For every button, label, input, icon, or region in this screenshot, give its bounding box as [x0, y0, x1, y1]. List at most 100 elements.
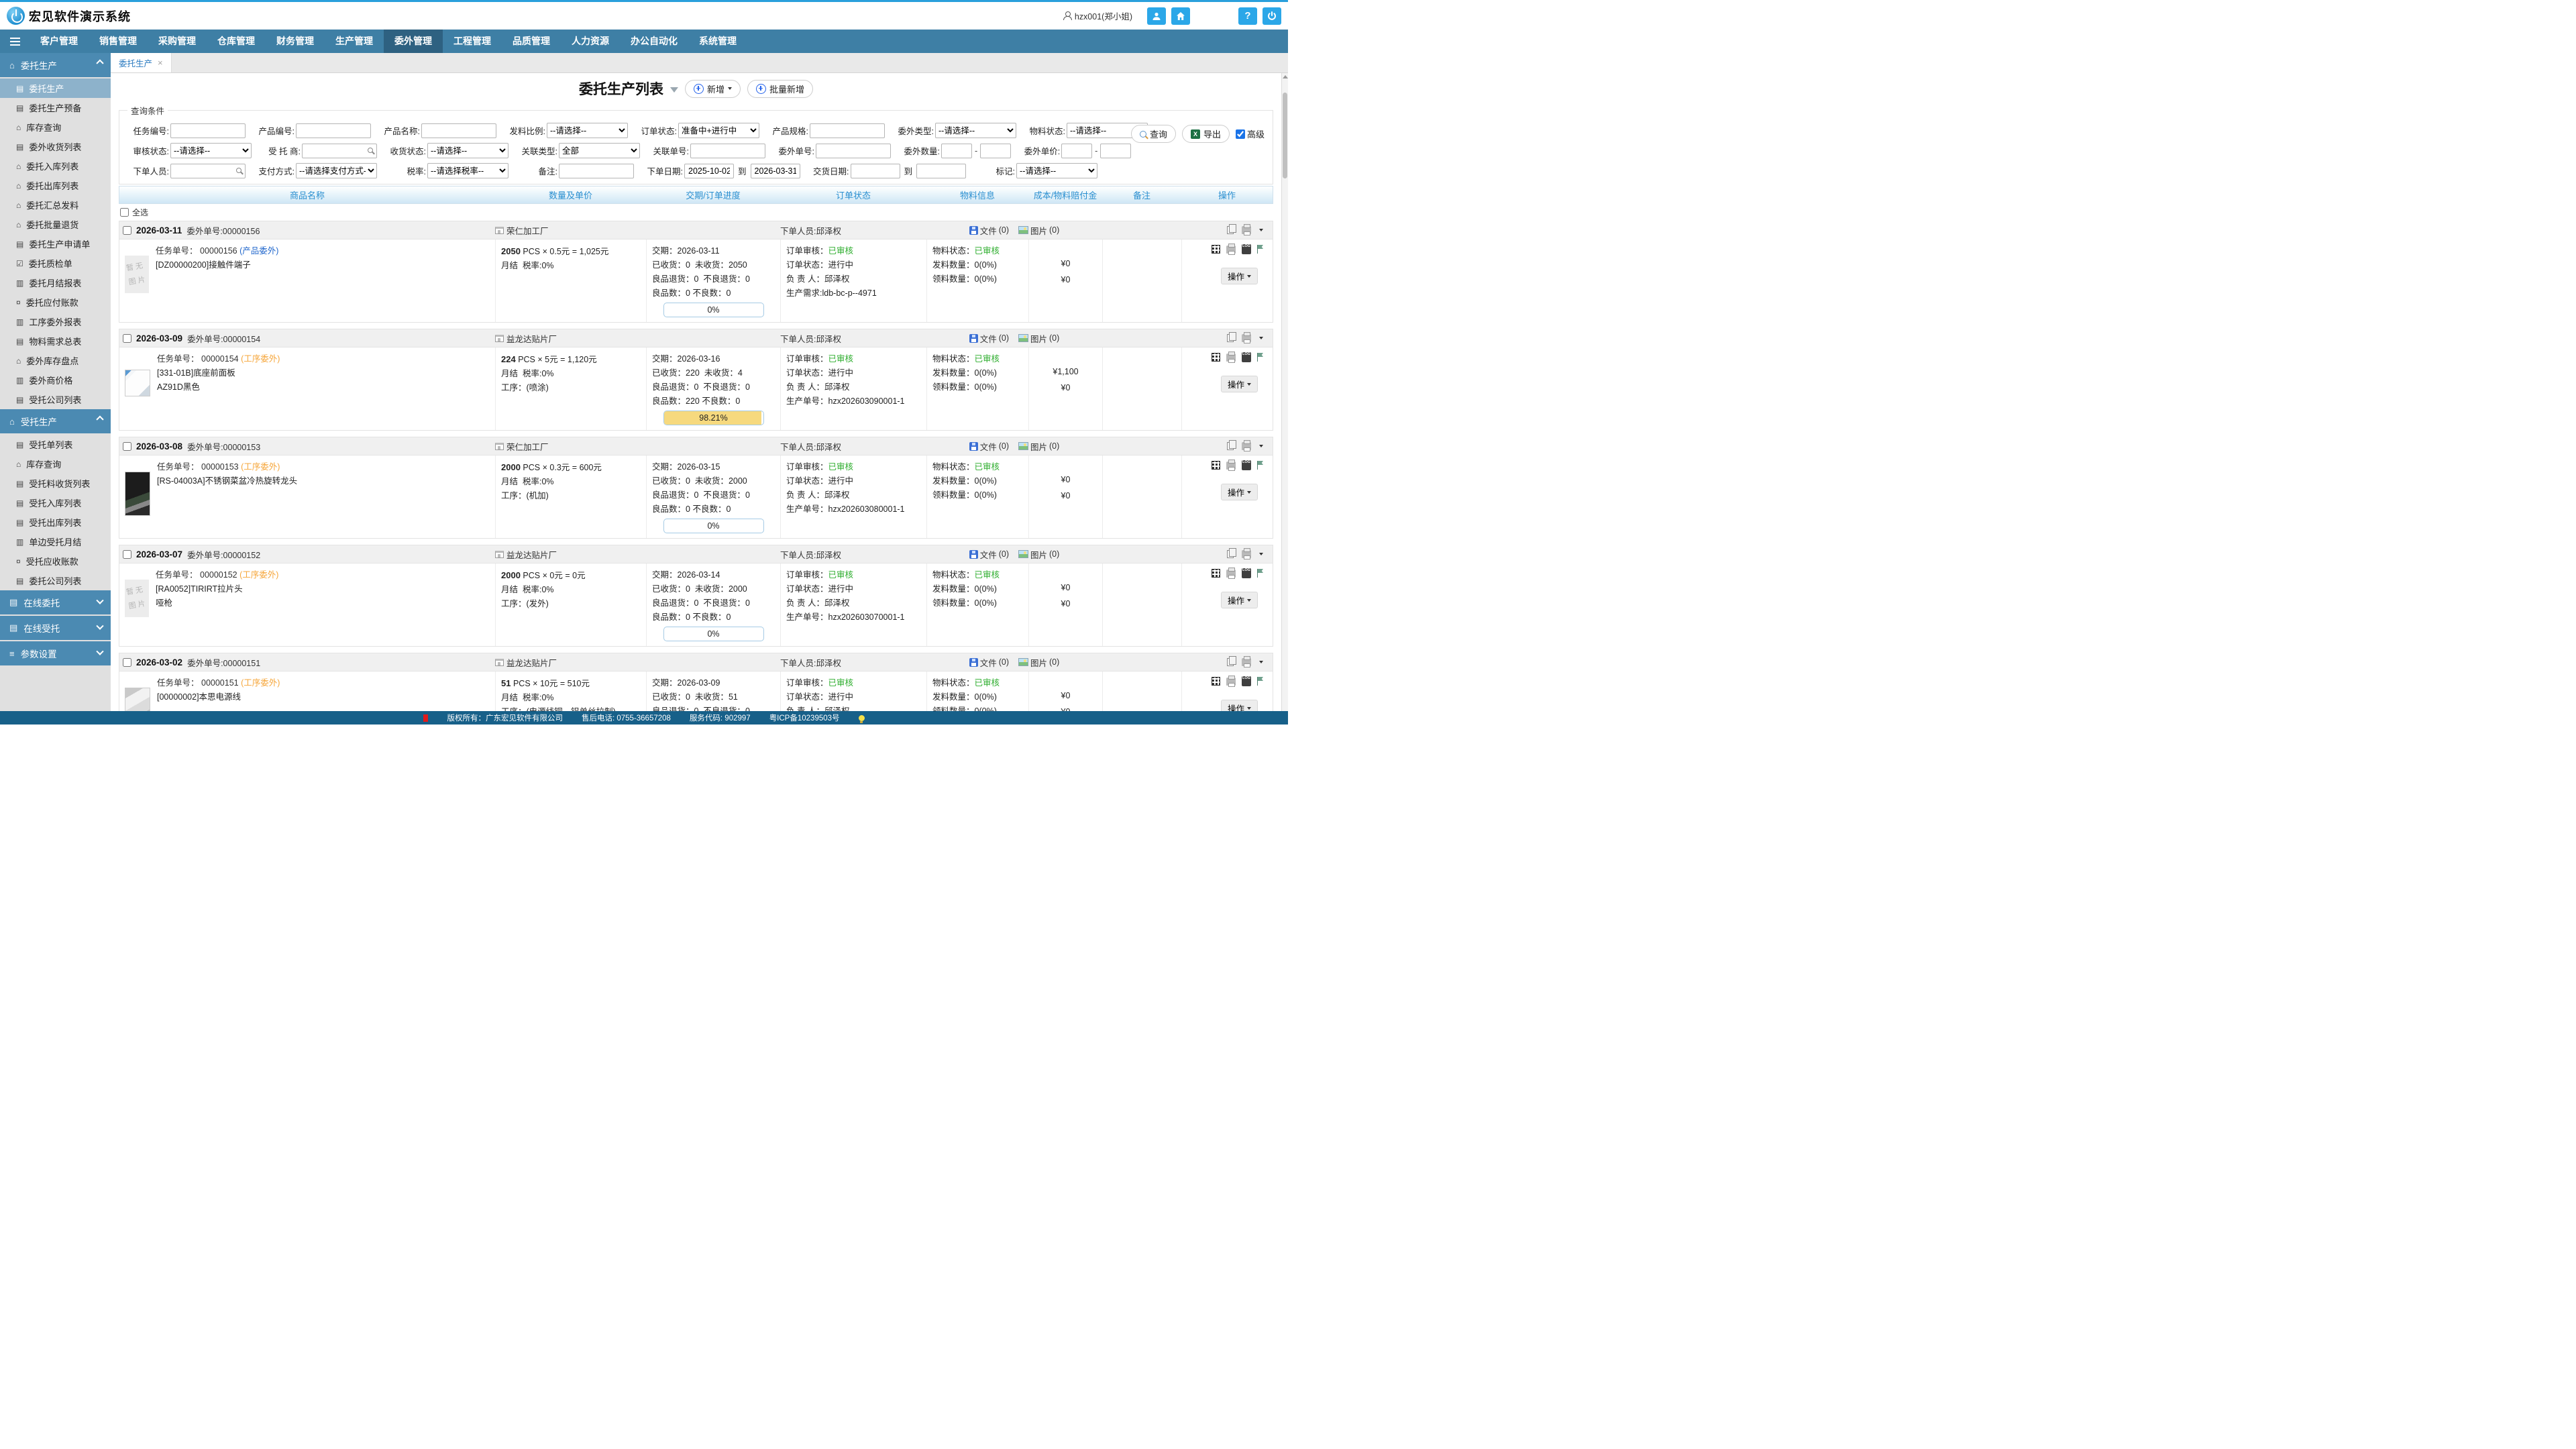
filter-range-min[interactable] [1061, 144, 1092, 158]
product-image[interactable] [125, 370, 150, 396]
filter-select[interactable]: --请选择-- [1016, 163, 1097, 178]
print-icon[interactable] [1226, 246, 1236, 254]
images-link[interactable]: 图片(0) [1018, 656, 1059, 669]
column-header-5[interactable]: 成本/物料赔付金 [1028, 189, 1102, 201]
print-icon[interactable] [1242, 550, 1251, 558]
row-checkbox[interactable] [123, 334, 131, 343]
print-icon[interactable] [1226, 354, 1236, 362]
product-image[interactable] [125, 472, 150, 516]
sidebar-item-13[interactable]: ▥ 工序委外报表 [0, 312, 111, 331]
row-actions-button[interactable]: 操作 [1221, 592, 1258, 608]
qrcode-icon[interactable] [1212, 461, 1220, 470]
filter-select[interactable]: --请选择-- [935, 123, 1016, 138]
column-header-3[interactable]: 订单状态 [780, 189, 926, 201]
search-icon[interactable] [368, 148, 373, 153]
sidebar-item-2[interactable]: ▤ 委托生产预备 [0, 98, 111, 117]
filter-input[interactable] [296, 123, 371, 138]
copy-icon[interactable] [1227, 226, 1234, 234]
sidebar-item-26[interactable]: ▤ 委托公司列表 [0, 571, 111, 590]
nav-item-4[interactable]: 财务管理 [266, 30, 325, 53]
images-link[interactable]: 图片(0) [1018, 224, 1059, 237]
filter-input[interactable] [559, 164, 634, 178]
sidebar-item-11[interactable]: ▥ 委托月结报表 [0, 273, 111, 292]
nav-item-3[interactable]: 仓库管理 [207, 30, 266, 53]
batch-add-button[interactable]: 批量新增 [747, 80, 813, 98]
filter-date-from[interactable] [851, 164, 900, 178]
row-more-caret-icon[interactable] [1259, 229, 1263, 231]
print-icon[interactable] [1226, 678, 1236, 686]
filter-select[interactable]: --请选择-- [170, 143, 252, 158]
nav-item-9[interactable]: 人力资源 [561, 30, 620, 53]
sidebar-item-6[interactable]: ⌂ 委托出库列表 [0, 176, 111, 195]
logout-button[interactable] [1263, 7, 1281, 25]
qrcode-icon[interactable] [1212, 353, 1220, 362]
scrollbar-thumb[interactable] [1283, 93, 1287, 178]
images-link[interactable]: 图片(0) [1018, 332, 1059, 345]
print-icon[interactable] [1242, 658, 1251, 666]
row-checkbox[interactable] [123, 226, 131, 235]
select-all-checkbox[interactable] [120, 208, 129, 217]
task-type-link[interactable]: (工序委外) [239, 570, 278, 580]
filter-input[interactable] [816, 144, 891, 158]
sidebar-item-3[interactable]: ⌂ 库存查询 [0, 117, 111, 137]
nav-item-1[interactable]: 销售管理 [89, 30, 148, 53]
filter-input[interactable] [810, 123, 885, 138]
filter-date-to[interactable] [751, 164, 800, 178]
nav-item-11[interactable]: 系统管理 [688, 30, 747, 53]
sidebar-item-12[interactable]: ¤ 委托应付账款 [0, 292, 111, 312]
filter-select[interactable]: --请选择税率-- [427, 163, 508, 178]
sidebar-item-1[interactable]: ▤ 委托生产 [0, 78, 111, 98]
sidebar-item-7[interactable]: ⌂ 委托汇总发料 [0, 195, 111, 215]
sidebar-item-15[interactable]: ⌂ 委外库存盘点 [0, 351, 111, 370]
product-image[interactable]: 暂无图片 [125, 580, 149, 617]
current-user[interactable]: hzx001(郑小姐) [1063, 9, 1132, 22]
nav-item-5[interactable]: 生产管理 [325, 30, 384, 53]
nav-item-7[interactable]: 工程管理 [443, 30, 502, 53]
sidebar-item-17[interactable]: ▤ 受托公司列表 [0, 390, 111, 409]
row-checkbox[interactable] [123, 658, 131, 667]
sidebar-item-25[interactable]: ¤ 受托应收账款 [0, 551, 111, 571]
qrcode-icon[interactable] [1212, 569, 1220, 578]
column-header-1[interactable]: 数量及单价 [495, 189, 646, 201]
log-icon[interactable]: LOG [1242, 460, 1251, 470]
sidebar-item-23[interactable]: ▤ 受托出库列表 [0, 513, 111, 532]
filter-date-to[interactable] [916, 164, 966, 178]
search-button[interactable]: 查询 [1131, 125, 1176, 143]
title-caret-icon[interactable] [670, 87, 678, 93]
qrcode-icon[interactable] [1212, 245, 1220, 254]
row-more-caret-icon[interactable] [1259, 661, 1263, 663]
profile-button[interactable] [1147, 7, 1166, 25]
flag-icon[interactable] [1257, 461, 1265, 470]
row-actions-button[interactable]: 操作 [1221, 484, 1258, 500]
row-actions-button[interactable]: 操作 [1221, 376, 1258, 392]
print-icon[interactable] [1226, 570, 1236, 578]
sidebar-item-14[interactable]: ▤ 物料需求总表 [0, 331, 111, 351]
images-link[interactable]: 图片(0) [1018, 548, 1059, 561]
vertical-scrollbar[interactable] [1281, 73, 1288, 724]
copy-icon[interactable] [1227, 658, 1234, 666]
log-icon[interactable]: LOG [1242, 244, 1251, 254]
sidebar-item-8[interactable]: ⌂ 委托批量退货 [0, 215, 111, 234]
images-link[interactable]: 图片(0) [1018, 440, 1059, 453]
nav-item-2[interactable]: 采购管理 [148, 30, 207, 53]
nav-item-8[interactable]: 品质管理 [502, 30, 561, 53]
filter-date-from[interactable] [684, 164, 734, 178]
advanced-checkbox[interactable] [1236, 129, 1245, 139]
task-type-link[interactable]: (产品委外) [239, 246, 278, 256]
copy-icon[interactable] [1227, 550, 1234, 558]
column-header-0[interactable]: 商品名称 [119, 189, 495, 201]
files-link[interactable]: 文件(0) [969, 332, 1009, 345]
sidebar-item-20[interactable]: ⌂ 库存查询 [0, 454, 111, 474]
row-more-caret-icon[interactable] [1259, 445, 1263, 447]
sidebar-item-19[interactable]: ▤ 受托单列表 [0, 435, 111, 454]
copy-icon[interactable] [1227, 442, 1234, 450]
filter-select[interactable]: 准备中+进行中 [678, 123, 759, 138]
column-header-2[interactable]: 交期/订单进度 [646, 189, 780, 201]
filter-input[interactable] [421, 123, 496, 138]
column-header-4[interactable]: 物料信息 [926, 189, 1028, 201]
scroll-up-icon[interactable] [1283, 75, 1288, 78]
flag-icon[interactable] [1257, 245, 1265, 254]
task-type-link[interactable]: (工序委外) [241, 678, 280, 688]
search-icon[interactable] [236, 168, 241, 173]
print-icon[interactable] [1242, 334, 1251, 342]
